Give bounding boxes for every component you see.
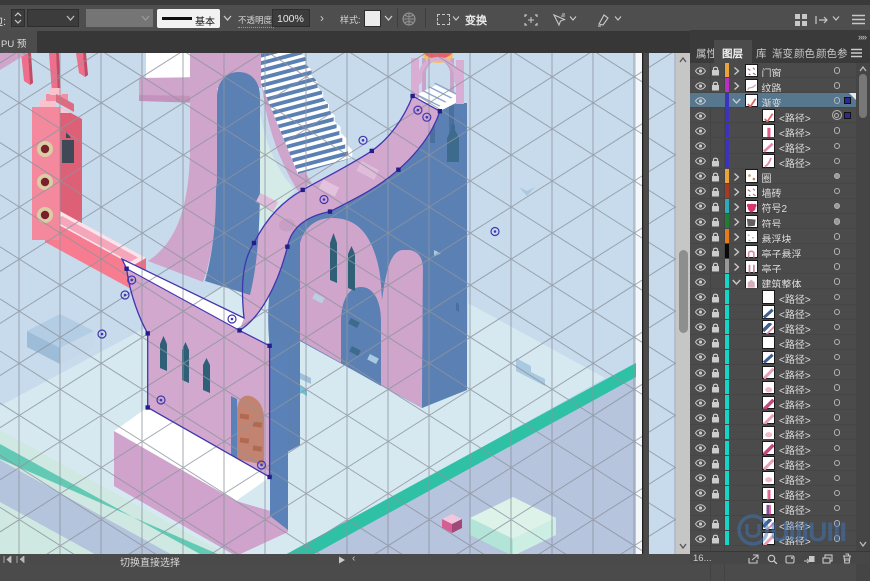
svg-text:UIIIUIII: UIIIUIII <box>770 517 846 547</box>
